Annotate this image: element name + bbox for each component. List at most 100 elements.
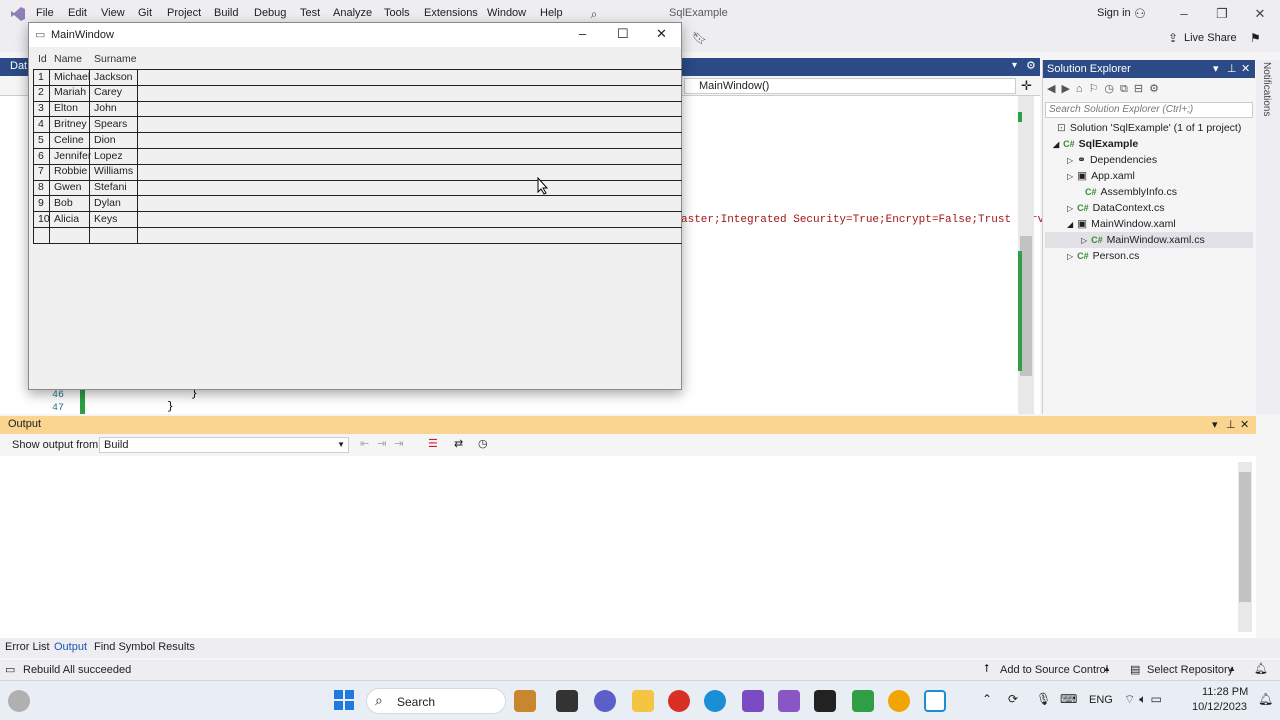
chrome-icon[interactable] — [668, 690, 690, 712]
notifications-sidebar[interactable]: Notifications — [1256, 60, 1280, 414]
word-wrap-icon[interactable]: ⇄ — [454, 437, 463, 450]
column-header-name[interactable]: Name — [51, 52, 82, 67]
dropdown-icon[interactable]: ▾ — [1212, 418, 1218, 431]
column-header-surname[interactable]: Surname — [91, 52, 137, 67]
tab-overflow-icon[interactable]: ▾ — [1012, 60, 1017, 71]
settings-icon[interactable]: ⚙ — [1026, 59, 1036, 72]
solution-explorer-search[interactable]: Search Solution Explorer (Ctrl+;) — [1045, 102, 1253, 118]
notifications-label[interactable]: Notifications — [1261, 62, 1272, 116]
chevron-up-icon[interactable]: ⌃ — [982, 692, 992, 706]
file-explorer-icon[interactable] — [632, 690, 654, 712]
menu-help[interactable]: Help — [540, 7, 563, 19]
cell-id[interactable]: 7 — [35, 164, 44, 179]
menu-extensions[interactable]: Extensions — [424, 7, 478, 19]
language-indicator[interactable]: ENG — [1089, 694, 1113, 706]
add-to-source-control[interactable]: Add to Source Control — [1000, 664, 1108, 676]
cell-surname[interactable]: Williams — [91, 164, 133, 179]
column-header-id[interactable]: Id — [35, 52, 47, 67]
solution-explorer-toolbar[interactable]: ◀▶⌂⚐◷⧉⊟⚙ — [1047, 82, 1251, 98]
cell-name[interactable]: Celine — [51, 133, 84, 148]
cell-id[interactable]: 4 — [35, 117, 44, 132]
edge-icon[interactable] — [704, 690, 726, 712]
cell-name[interactable]: Robbie — [51, 164, 87, 179]
widgets-icon[interactable] — [8, 690, 30, 712]
tab-error-list[interactable]: Error List — [5, 641, 50, 653]
main-window-titlebar[interactable]: ▭ MainWindow – ☐ ✕ — [29, 23, 681, 47]
editor-scrollbar[interactable] — [1018, 96, 1034, 414]
document-tab[interactable]: Dat — [10, 60, 27, 72]
taskbar-search[interactable]: ⌕ Search — [366, 688, 506, 714]
cell-surname[interactable]: Lopez — [91, 149, 123, 164]
feedback-icon[interactable]: ⚑ — [1250, 31, 1261, 45]
work-app-icon[interactable] — [514, 690, 536, 712]
menu-debug[interactable]: Debug — [254, 7, 286, 19]
clock-icon[interactable]: ◷ — [478, 437, 488, 450]
microphone-icon[interactable]: 🎙︎ — [1036, 692, 1051, 706]
cell-id[interactable]: 3 — [35, 101, 44, 116]
search-icon[interactable]: ⌕ — [584, 4, 604, 24]
cell-id[interactable]: 1 — [35, 70, 44, 85]
cell-id[interactable]: 5 — [35, 133, 44, 148]
select-repository[interactable]: Select Repository — [1147, 664, 1233, 676]
cell-name[interactable]: Mariah — [51, 85, 86, 100]
cell-id[interactable]: 9 — [35, 196, 44, 211]
output-scrollbar[interactable] — [1238, 462, 1252, 632]
cell-id[interactable]: 6 — [35, 149, 44, 164]
account-icon[interactable]: ⚇ — [1130, 4, 1150, 24]
live-share-button[interactable]: Live Share — [1184, 32, 1237, 44]
cell-id[interactable]: 10 — [35, 212, 50, 227]
maximize-button[interactable]: ☐ — [617, 26, 629, 42]
menu-analyze[interactable]: Analyze — [333, 7, 372, 19]
cell-id[interactable]: 8 — [35, 180, 44, 195]
tree-item-mainwindow-xaml-cs[interactable]: ▷ C# MainWindow.xaml.cs — [1045, 232, 1253, 248]
live-share-icon[interactable]: ⇪ — [1168, 31, 1178, 45]
maximize-button[interactable]: ❐ — [1212, 4, 1232, 24]
output-nav-icons[interactable]: ⇤⇥⇥ — [360, 437, 412, 450]
dropdown-icon[interactable]: ▾ — [1213, 62, 1219, 75]
cell-name[interactable]: Jennifer — [51, 149, 91, 164]
cell-surname[interactable]: Spears — [91, 117, 127, 132]
close-button[interactable]: ✕ — [1250, 4, 1270, 24]
output-source-select[interactable]: Build ▼ — [99, 437, 349, 453]
menu-build[interactable]: Build — [214, 7, 238, 19]
close-button[interactable]: ✕ — [656, 26, 667, 42]
chat-icon[interactable] — [594, 690, 616, 712]
menu-file[interactable]: File — [36, 7, 54, 19]
menu-git[interactable]: Git — [138, 7, 152, 19]
cell-name[interactable]: Alicia — [51, 212, 79, 227]
menu-edit[interactable]: Edit — [68, 7, 87, 19]
menu-project[interactable]: Project — [167, 7, 201, 19]
running-app-icon[interactable] — [924, 690, 946, 712]
system-tray-icons[interactable]: ⌔🔈︎▭ — [1124, 692, 1166, 707]
cell-surname[interactable]: Keys — [91, 212, 117, 227]
xaml-app-icon[interactable] — [852, 690, 874, 712]
notification-bell-icon[interactable]: 🔔︎ — [1258, 692, 1273, 706]
cell-name[interactable]: Elton — [51, 101, 78, 116]
tab-find-symbol-results[interactable]: Find Symbol Results — [94, 641, 195, 653]
cell-surname[interactable]: Stefani — [91, 180, 127, 195]
split-icon[interactable]: ✛ — [1021, 78, 1032, 94]
cell-name[interactable]: Bob — [51, 196, 73, 211]
cell-surname[interactable]: Carey — [91, 85, 122, 100]
menu-window[interactable]: Window — [487, 7, 526, 19]
cell-surname[interactable]: John — [91, 101, 117, 116]
tree-item-datacontext[interactable]: ▷ C# DataContext.cs — [1067, 200, 1164, 216]
cell-id[interactable]: 2 — [35, 85, 44, 100]
pin-icon[interactable]: ⊥ — [1227, 62, 1237, 75]
cell-surname[interactable]: Jackson — [91, 70, 133, 85]
sign-in-link[interactable]: Sign in — [1097, 7, 1131, 19]
tree-item-dependencies[interactable]: ▷ ⚭ Dependencies — [1067, 152, 1157, 168]
cell-surname[interactable]: Dion — [91, 133, 116, 148]
menu-test[interactable]: Test — [300, 7, 320, 19]
member-dropdown[interactable]: MainWindow() — [684, 78, 1016, 94]
cell-name[interactable]: Britney — [51, 117, 87, 132]
start-icon[interactable] — [334, 690, 354, 710]
file-app-icon[interactable] — [556, 690, 578, 712]
close-icon[interactable]: ✕ — [1241, 62, 1250, 75]
cell-surname[interactable]: Dylan — [91, 196, 121, 211]
clock-date[interactable]: 10/12/2023 — [1192, 701, 1247, 713]
tab-output[interactable]: Output — [54, 641, 87, 653]
tree-item-assemblyinfo[interactable]: C# AssemblyInfo.cs — [1085, 184, 1177, 200]
menu-view[interactable]: View — [101, 7, 125, 19]
keyboard-icon[interactable]: ⌨ — [1060, 692, 1077, 706]
